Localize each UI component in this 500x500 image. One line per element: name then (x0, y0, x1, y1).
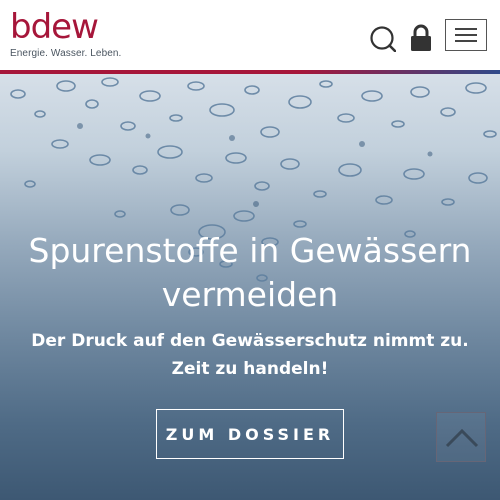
logo-tagline: Energie. Wasser. Leben. (10, 48, 122, 59)
lock-icon[interactable] (410, 24, 432, 52)
menu-bar (455, 28, 477, 30)
site-header: bdew Energie. Wasser. Leben. (0, 0, 500, 70)
menu-bar (455, 40, 477, 42)
hero-banner: Spurenstoffe in Gewässern vermeiden Der … (0, 74, 500, 500)
hamburger-menu-button[interactable] (445, 19, 487, 51)
search-icon[interactable] (370, 26, 396, 52)
hero-title: Spurenstoffe in Gewässern vermeiden (28, 231, 472, 314)
dossier-cta-button[interactable]: ZUM DOSSIER (156, 409, 344, 459)
chevron-up-icon (445, 428, 479, 448)
bdew-logo[interactable]: bdew Energie. Wasser. Leben. (10, 8, 121, 59)
menu-bar (455, 34, 477, 36)
logo-wordmark: bdew (10, 7, 99, 47)
hero-subtitle: Der Druck auf den Gewässerschutz nimmt z… (31, 331, 469, 379)
scroll-to-top-button[interactable] (436, 412, 486, 462)
